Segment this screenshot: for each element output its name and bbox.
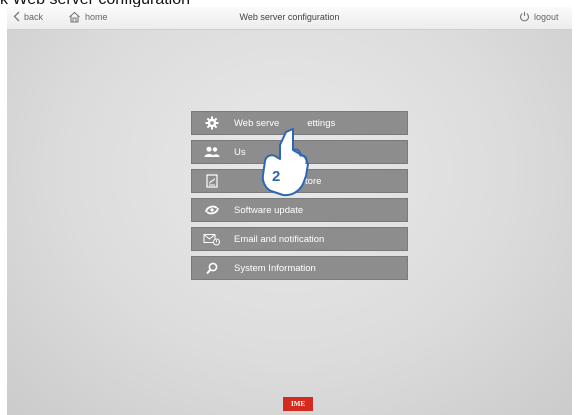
top-bar: back home Web server configuration logou…: [7, 7, 572, 30]
users-icon: [202, 146, 222, 158]
app-frame: back home Web server configuration logou…: [7, 7, 572, 415]
ime-logo: IME: [283, 397, 313, 411]
update-icon: [202, 204, 222, 216]
search-icon: [202, 262, 222, 275]
power-icon: [520, 11, 529, 22]
email-icon: [202, 233, 222, 246]
menu-item-label: Us: [234, 146, 246, 158]
menu-item-system-information[interactable]: System Information: [191, 256, 408, 280]
page-title: Web server configuration: [239, 12, 340, 22]
menu-item-label: Email and notification: [234, 233, 325, 245]
logout-label: logout: [534, 11, 559, 22]
menu-item-email-notification[interactable]: Email and notification: [191, 227, 408, 251]
pointing-hand-icon: 2: [261, 128, 309, 197]
menu-item-label: System Information: [234, 262, 316, 274]
gear-icon: [202, 116, 222, 130]
backup-icon: [202, 174, 222, 188]
menu-item-label: Software update: [234, 204, 304, 216]
logout-button[interactable]: logout: [519, 11, 559, 22]
step-number: 2: [272, 168, 280, 185]
